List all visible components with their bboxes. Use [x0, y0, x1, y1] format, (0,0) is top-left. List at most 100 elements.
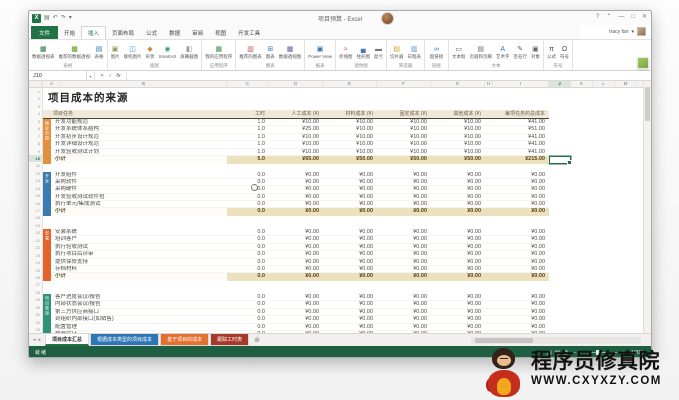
cell[interactable]: ¥0.00: [377, 194, 431, 201]
sheet-tab[interactable]: 基于项目的成本: [160, 334, 209, 346]
enter-icon[interactable]: ✓: [108, 73, 112, 79]
ribbon-button[interactable]: ▥日程表: [406, 46, 422, 59]
cell[interactable]: [485, 244, 493, 251]
cell[interactable]: ¥10.00: [323, 141, 377, 148]
row-number[interactable]: 15: [29, 192, 42, 199]
row-number[interactable]: 30: [29, 304, 42, 311]
cell[interactable]: [485, 236, 493, 243]
cell[interactable]: ¥10.00: [377, 119, 431, 126]
cell[interactable]: 小计: [51, 156, 227, 164]
cell[interactable]: ¥0.00: [431, 259, 485, 266]
cell[interactable]: ¥0.00: [377, 301, 431, 308]
cell[interactable]: [485, 309, 493, 316]
cell[interactable]: 1.0: [227, 134, 269, 141]
cell[interactable]: [485, 259, 493, 266]
maximize-icon[interactable]: □: [631, 13, 635, 22]
cell[interactable]: ¥0.00: [269, 179, 323, 186]
row-number[interactable]: 27: [29, 281, 42, 288]
row-number[interactable]: 22: [29, 244, 42, 251]
cell[interactable]: ¥10.00: [269, 119, 323, 126]
row-number[interactable]: 3: [29, 103, 42, 110]
row-number[interactable]: 21: [29, 237, 42, 244]
cell[interactable]: [485, 266, 493, 273]
cell[interactable]: ¥10.00: [377, 141, 431, 148]
cell[interactable]: 存档材料: [51, 266, 227, 273]
ribbon-button[interactable]: ▤切片器: [389, 46, 405, 59]
row-number[interactable]: 4: [29, 110, 42, 117]
cell[interactable]: 采购软件: [51, 179, 227, 186]
ribbon-button[interactable]: ▣图片: [110, 46, 121, 59]
cell[interactable]: ¥0.00: [431, 301, 485, 308]
cell[interactable]: ¥0.00: [431, 194, 485, 201]
cell[interactable]: ¥25.00: [269, 126, 323, 133]
cell[interactable]: ¥0.00: [323, 201, 377, 208]
column-header[interactable]: A: [43, 81, 61, 87]
row-number[interactable]: 17: [29, 207, 42, 214]
tab-prev-icon[interactable]: ◂: [33, 337, 36, 343]
ribbon-button[interactable]: ✎签名行: [512, 46, 528, 59]
cell[interactable]: ¥41.00: [493, 141, 549, 148]
horizontal-scrollbar[interactable]: [471, 337, 641, 344]
ribbon-button[interactable]: ⊞图表: [265, 46, 276, 59]
row-number[interactable]: 12: [29, 170, 42, 177]
cell[interactable]: ¥0.00: [377, 251, 431, 258]
cell[interactable]: 到组织内部接口(如销售): [51, 316, 227, 323]
row-number[interactable]: 29: [29, 296, 42, 303]
cell[interactable]: ¥0.00: [269, 316, 323, 323]
row-number[interactable]: 10: [29, 155, 42, 162]
cell[interactable]: ¥10.00: [269, 134, 323, 141]
cell[interactable]: ¥0.00: [269, 186, 323, 193]
cell[interactable]: [485, 273, 493, 281]
row-number[interactable]: 31: [29, 311, 42, 318]
row-number[interactable]: 5: [29, 118, 42, 125]
cell[interactable]: ¥0.00: [431, 179, 485, 186]
cell[interactable]: ¥0.00: [377, 259, 431, 266]
column-header[interactable]: K: [571, 81, 593, 87]
cell[interactable]: ¥0.00: [377, 244, 431, 251]
ribbon-tab[interactable]: 公式: [140, 27, 163, 40]
cell[interactable]: ¥0.00: [377, 266, 431, 273]
cell[interactable]: ¥0.00: [493, 244, 549, 251]
cell[interactable]: ¥0.00: [323, 208, 377, 216]
cell[interactable]: ¥0.00: [269, 229, 323, 236]
row-number[interactable]: 9: [29, 148, 42, 155]
cell[interactable]: ¥0.00: [269, 201, 323, 208]
row-number[interactable]: 7: [29, 133, 42, 140]
cell[interactable]: 执行单元/集成测试: [51, 201, 227, 208]
cell[interactable]: ¥0.00: [493, 266, 549, 273]
signed-in-user[interactable]: tracy fan ▾: [609, 27, 646, 36]
column-header[interactable]: C: [227, 81, 269, 87]
name-box[interactable]: J10: [29, 71, 87, 80]
sheet-tab[interactable]: 跟踪工时表: [210, 334, 249, 346]
column-header[interactable]: H: [485, 81, 493, 87]
cell[interactable]: ¥0.00: [431, 172, 485, 179]
cell[interactable]: ¥10.00: [431, 119, 485, 126]
sheet-tab[interactable]: 根据成本类型的项目成本: [90, 334, 159, 346]
cell[interactable]: 客户进度会议/报告: [51, 294, 227, 301]
row-number[interactable]: 20: [29, 229, 42, 236]
cell[interactable]: 0.0: [227, 294, 269, 301]
cell[interactable]: ¥0.00: [377, 316, 431, 323]
column-header[interactable]: D: [269, 81, 323, 87]
cell[interactable]: ¥0.00: [323, 259, 377, 266]
cell[interactable]: ¥10.00: [431, 134, 485, 141]
cell[interactable]: ¥0.00: [431, 236, 485, 243]
cell[interactable]: [485, 201, 493, 208]
cell[interactable]: [485, 316, 493, 323]
cell[interactable]: [485, 179, 493, 186]
cell[interactable]: ¥0.00: [493, 309, 549, 316]
ribbon-button[interactable]: ▦推荐的数据透视表: [58, 46, 92, 59]
ribbon-button[interactable]: π公式: [546, 46, 557, 59]
ribbon-button[interactable]: ◆形状: [145, 46, 156, 59]
cell[interactable]: ¥0.00: [431, 244, 485, 251]
cell[interactable]: 0.0: [227, 201, 269, 208]
cell[interactable]: [485, 186, 493, 193]
cell[interactable]: ¥0.00: [269, 273, 323, 281]
vertical-scrollbar[interactable]: [643, 81, 651, 333]
cell[interactable]: 0.0: [227, 244, 269, 251]
row-number[interactable]: 19: [29, 222, 42, 229]
sheet-tab[interactable]: 项目成本汇总: [45, 334, 89, 346]
cell[interactable]: 0.0: [227, 301, 269, 308]
cell[interactable]: ¥0.00: [377, 294, 431, 301]
cell[interactable]: ¥0.00: [269, 309, 323, 316]
